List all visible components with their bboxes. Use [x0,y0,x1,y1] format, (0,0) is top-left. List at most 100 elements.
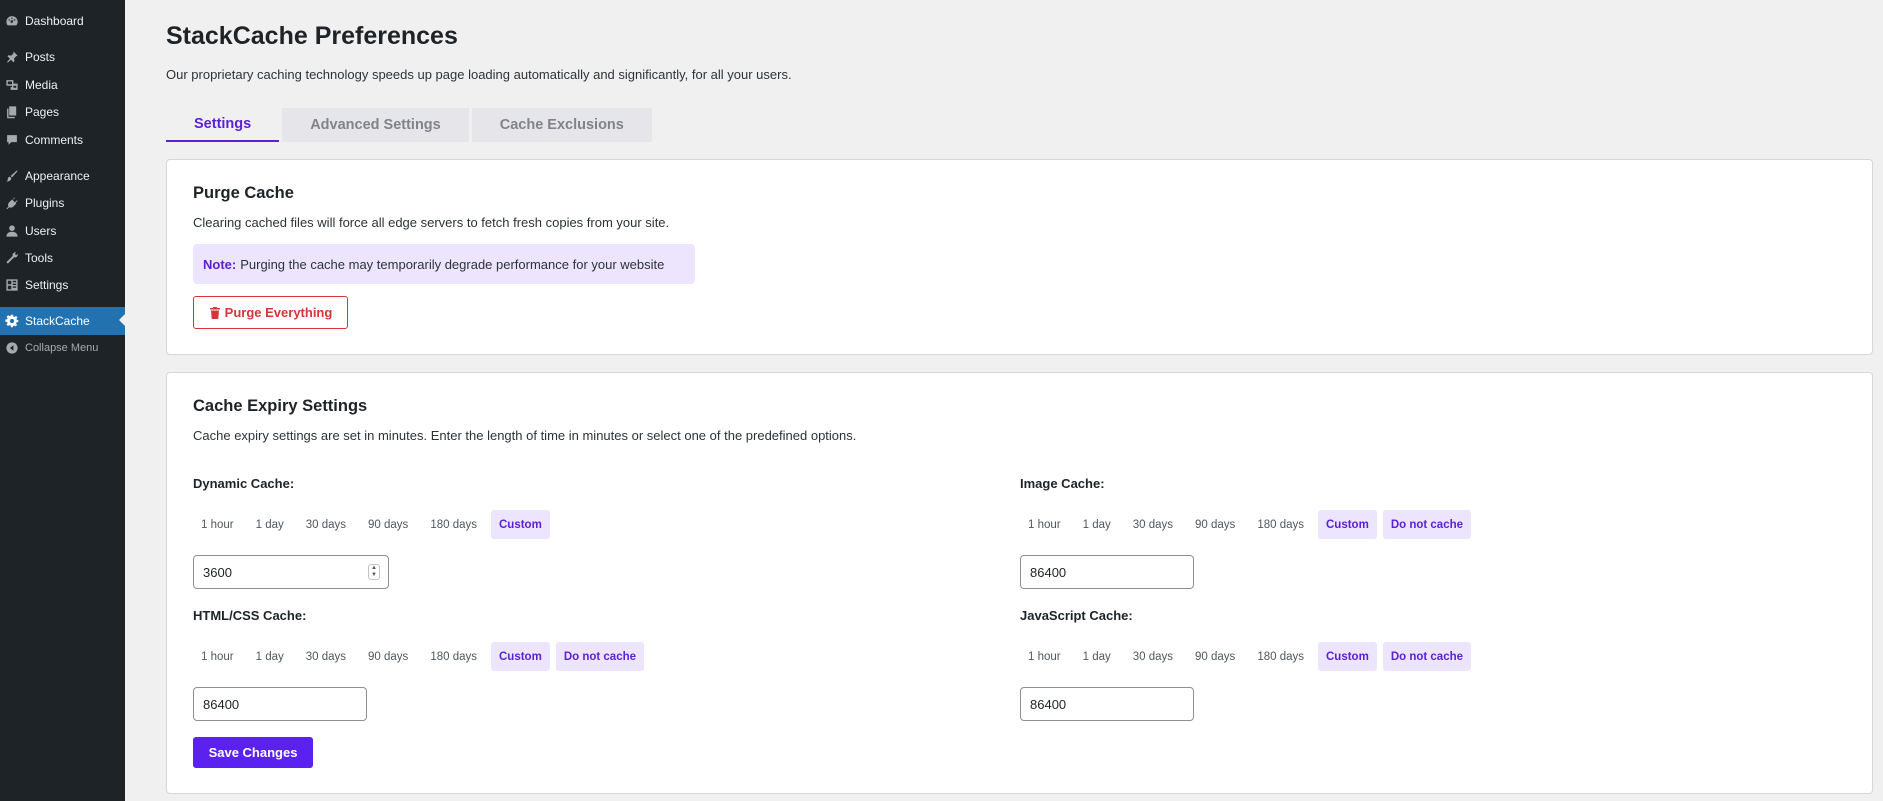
sidebar-item-posts[interactable]: Posts [0,44,125,70]
image-cache-input[interactable]: 86400 [1020,555,1194,589]
note-text: Purging the cache may temporarily degrad… [240,256,665,272]
page-title: StackCache Preferences [166,22,458,50]
javascript-cache-value: 86400 [1030,696,1067,712]
sidebar-item-label: Appearance [25,169,90,183]
brush-icon [5,169,19,183]
javascript-option-custom[interactable]: Custom [1318,642,1377,671]
pin-icon [5,50,19,64]
plugin-icon [5,196,19,210]
sidebar-item-dashboard[interactable]: Dashboard [0,8,125,34]
tab-advanced-settings[interactable]: Advanced Settings [282,108,469,142]
settings-icon [5,278,19,292]
htmlcss-cache-label: HTML/CSS Cache: [193,608,307,623]
javascript-option-do-not-cache[interactable]: Do not cache [1382,642,1472,671]
sidebar-item-label: Posts [25,50,56,64]
sidebar-item-tools[interactable]: Tools [0,245,125,271]
cache-expiry-card: Cache Expiry Settings Cache expiry setti… [166,372,1873,794]
image-option-do-not-cache[interactable]: Do not cache [1382,510,1472,539]
sidebar-item-pages[interactable]: Pages [0,99,125,125]
image-cache-options: 1 hour 1 day 30 days 90 days 180 days Cu… [1020,510,1477,539]
cache-expiry-title: Cache Expiry Settings [193,397,368,415]
comment-icon [5,133,19,147]
dynamic-option-1-hour[interactable]: 1 hour [193,510,242,539]
sidebar-item-label: Media [25,78,58,92]
gear-icon [5,314,19,328]
settings-tabs: Settings Advanced Settings Cache Exclusi… [166,108,655,142]
htmlcss-option-30-days[interactable]: 30 days [298,642,354,671]
htmlcss-cache-value: 86400 [203,696,240,712]
sidebar-item-label: Dashboard [25,14,84,28]
sidebar-item-label: Settings [25,278,69,292]
pages-icon [5,105,19,119]
javascript-option-1-day[interactable]: 1 day [1075,642,1119,671]
javascript-cache-input[interactable]: 86400 [1020,687,1194,721]
sidebar-item-label: Tools [25,251,54,265]
sidebar-item-label: Pages [25,105,60,119]
wrench-icon [5,251,19,265]
purge-cache-description: Clearing cached files will force all edg… [193,215,670,230]
image-cache-value: 86400 [1030,564,1067,580]
sidebar-item-users[interactable]: Users [0,218,125,244]
htmlcss-option-1-hour[interactable]: 1 hour [193,642,242,671]
sidebar-item-stackcache[interactable]: StackCache [0,307,125,335]
collapse-icon [5,341,19,355]
htmlcss-option-180-days[interactable]: 180 days [422,642,485,671]
trash-icon [209,306,220,319]
htmlcss-option-custom[interactable]: Custom [491,642,550,671]
purge-button-label: Purge Everything [224,305,333,320]
image-option-30-days[interactable]: 30 days [1125,510,1181,539]
htmlcss-cache-input[interactable]: 86400 [193,687,367,721]
sidebar-item-label: Plugins [25,196,65,210]
htmlcss-cache-options: 1 hour 1 day 30 days 90 days 180 days Cu… [193,642,650,671]
dynamic-cache-label: Dynamic Cache: [193,476,295,491]
dynamic-cache-options: 1 hour 1 day 30 days 90 days 180 days Cu… [193,510,556,539]
save-changes-button[interactable]: Save Changes [193,737,313,768]
purge-cache-card: Purge Cache Clearing cached files will f… [166,159,1873,355]
image-option-90-days[interactable]: 90 days [1187,510,1243,539]
image-option-1-day[interactable]: 1 day [1075,510,1119,539]
sidebar-item-media[interactable]: Media [0,72,125,98]
dynamic-option-30-days[interactable]: 30 days [298,510,354,539]
dynamic-cache-input[interactable]: 3600 ▲ ▼ [193,555,389,589]
image-cache-label: Image Cache: [1020,476,1105,491]
sidebar-item-label: StackCache [25,314,90,328]
javascript-option-1-hour[interactable]: 1 hour [1020,642,1069,671]
tab-settings[interactable]: Settings [166,108,280,142]
number-spinner[interactable]: ▲ ▼ [368,564,380,580]
image-option-custom[interactable]: Custom [1318,510,1377,539]
sidebar-item-settings[interactable]: Settings [0,272,125,298]
tab-cache-exclusions[interactable]: Cache Exclusions [471,108,652,142]
sidebar-item-appearance[interactable]: Appearance [0,163,125,189]
dynamic-option-custom[interactable]: Custom [491,510,550,539]
sidebar-item-label: Collapse Menu [25,342,99,354]
javascript-cache-options: 1 hour 1 day 30 days 90 days 180 days Cu… [1020,642,1477,671]
purge-everything-button[interactable]: Purge Everything [193,296,348,329]
sidebar-item-label: Users [25,224,57,238]
dynamic-cache-value: 3600 [203,564,232,580]
cache-expiry-description: Cache expiry settings are set in minutes… [193,428,857,443]
image-option-180-days[interactable]: 180 days [1249,510,1312,539]
javascript-cache-label: JavaScript Cache: [1020,608,1133,623]
user-icon [5,224,19,238]
purge-cache-title: Purge Cache [193,184,294,202]
javascript-option-90-days[interactable]: 90 days [1187,642,1243,671]
sidebar-collapse-menu[interactable]: Collapse Menu [0,335,125,361]
sidebar-item-comments[interactable]: Comments [0,127,125,153]
purge-note: Note: Purging the cache may temporarily … [193,244,695,284]
htmlcss-option-90-days[interactable]: 90 days [360,642,416,671]
htmlcss-option-1-day[interactable]: 1 day [248,642,292,671]
main-content: StackCache Preferences Our proprietary c… [125,0,1883,801]
admin-sidebar: Dashboard Posts Media Pages Comments App… [0,0,125,801]
dynamic-option-180-days[interactable]: 180 days [422,510,485,539]
sidebar-item-label: Comments [25,133,84,147]
sidebar-item-plugins[interactable]: Plugins [0,190,125,216]
javascript-option-180-days[interactable]: 180 days [1249,642,1312,671]
image-option-1-hour[interactable]: 1 hour [1020,510,1069,539]
dynamic-option-90-days[interactable]: 90 days [360,510,416,539]
htmlcss-option-do-not-cache[interactable]: Do not cache [555,642,645,671]
page-description: Our proprietary caching technology speed… [166,67,792,82]
media-icon [5,78,19,92]
javascript-option-30-days[interactable]: 30 days [1125,642,1181,671]
dynamic-option-1-day[interactable]: 1 day [248,510,292,539]
note-label: Note: [203,256,237,272]
